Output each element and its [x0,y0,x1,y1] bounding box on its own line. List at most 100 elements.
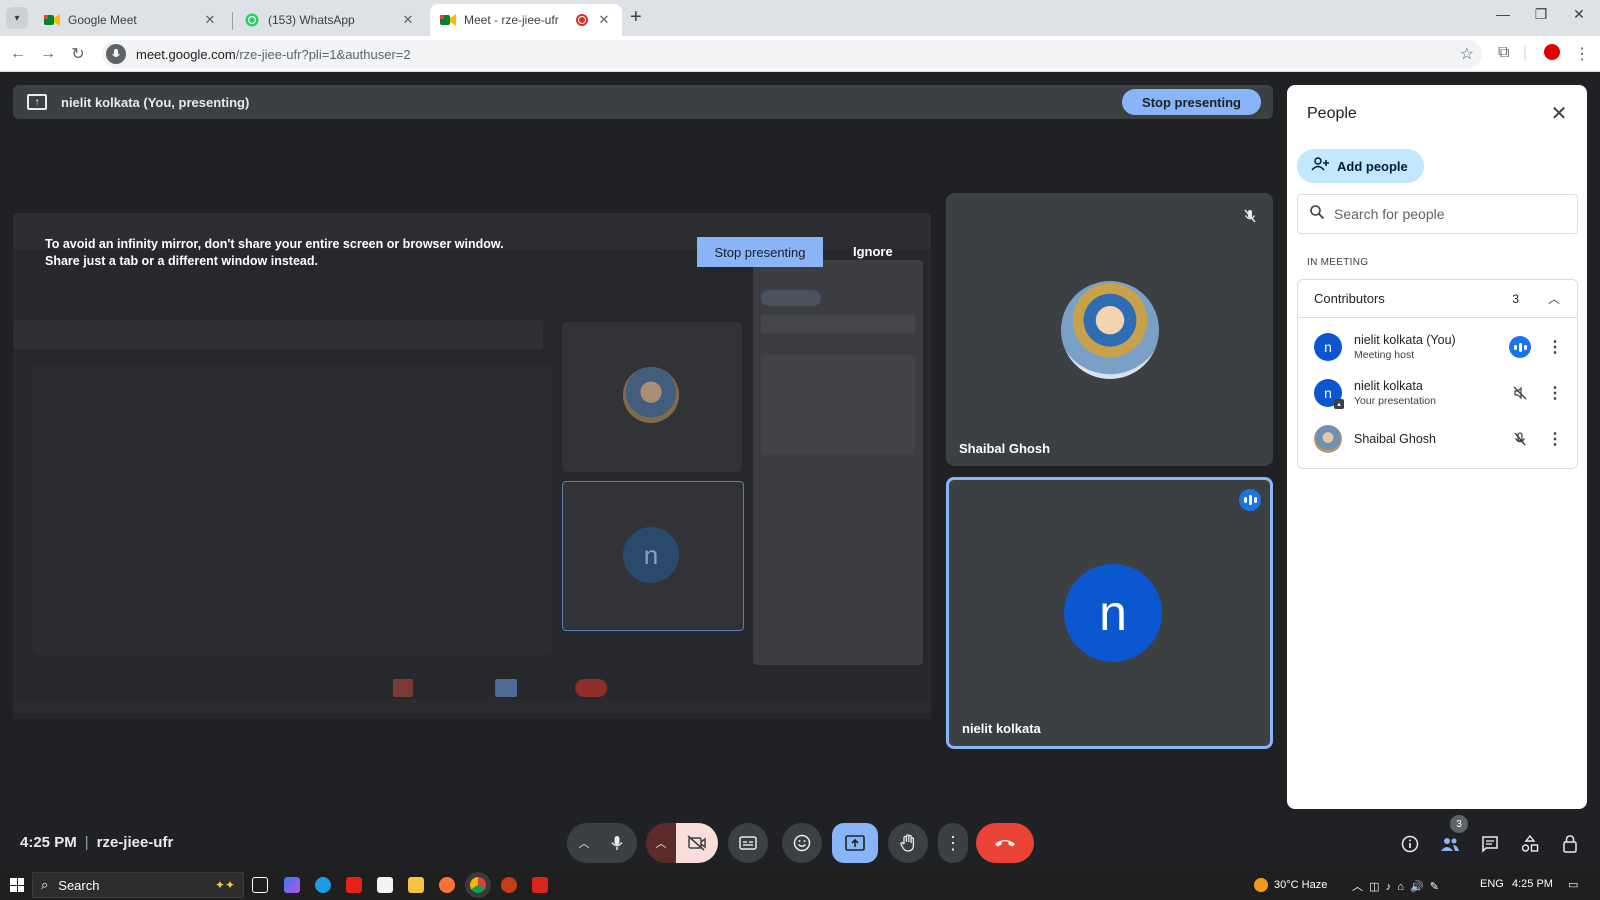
chat-icon[interactable] [1476,830,1504,858]
forward-icon[interactable]: → [36,42,60,66]
windows-start-icon[interactable] [10,878,24,892]
emoji-reaction-icon[interactable] [782,823,822,863]
list-item[interactable]: Shaibal Ghosh ⋮ [1298,416,1577,462]
people-count-badge: 3 [1450,815,1468,833]
contributors-label: Contributors [1314,291,1385,306]
mic-off-icon [1239,205,1261,227]
tab-whatsapp[interactable]: (153) WhatsApp ✕ [234,4,426,36]
microphone-icon[interactable] [599,835,635,851]
mirror-row [761,355,915,455]
sparkle-icon: ✦✦ [214,878,235,892]
microphone-site-icon[interactable] [106,44,126,64]
tab-search-button[interactable]: ▾ [6,7,28,29]
avatar-initial: n [1324,385,1332,401]
participant-tile-shaibal[interactable]: Shaibal Ghosh [946,193,1273,466]
tab-google-meet[interactable]: Google Meet ✕ [34,4,228,36]
chrome-menu-icon[interactable]: ⋮ [1574,44,1590,64]
mirror-callbar [13,675,931,699]
participant-name: nielit kolkata [962,721,1041,736]
leave-call-button[interactable] [976,823,1034,863]
meeting-details-icon[interactable] [1396,830,1424,858]
participant-tile-nielit[interactable]: n nielit kolkata [946,477,1273,749]
url-host: meet.google.com [136,46,236,62]
new-tab-icon[interactable]: + [630,6,642,29]
bookmark-star-icon[interactable]: ☆ [1460,44,1474,64]
chrome-icon[interactable] [470,877,486,893]
presenting-status: nielit kolkata (You, presenting) [61,94,250,110]
chevron-up-icon[interactable]: ︿ [1543,290,1565,307]
tab-meet-active[interactable]: Meet - rze-jiee-ufr ✕ [430,4,622,36]
firefox-icon[interactable] [439,877,455,893]
warning-stop-presenting-button[interactable]: Stop presenting [697,237,823,267]
reload-icon[interactable]: ↻ [66,42,90,66]
mirror-row [495,679,517,697]
people-panel: People ✕ Add people IN MEETING Contribut… [1287,85,1587,809]
file-explorer-icon[interactable] [408,877,424,893]
close-tab-icon[interactable]: ✕ [596,12,612,28]
chevron-up-icon[interactable]: ︿ [569,835,599,851]
video-settings-chevron[interactable]: ︿ [646,823,676,863]
system-tray-icons[interactable]: ︿ ◫ ♪ ⌂ 🔊 ✎ [1352,878,1439,894]
restore-icon[interactable]: ❐ [1526,6,1556,23]
profile-avatar[interactable] [1544,44,1560,60]
back-icon[interactable]: ← [6,42,30,66]
search-icon [1310,204,1325,224]
taskbar-clock[interactable]: 4:25 PM [1512,878,1553,890]
notifications-icon[interactable]: ▭ [1568,878,1578,891]
avatar: n ▴ [1314,379,1344,409]
close-icon[interactable]: ✕ [1545,99,1573,127]
more-options-icon[interactable]: ⋮ [1547,429,1563,449]
more-options-icon[interactable]: ⋮ [938,823,968,863]
person-role: Meeting host [1354,349,1415,361]
speaking-indicator-icon [1509,336,1531,358]
raise-hand-icon[interactable] [888,823,928,863]
camera-off-icon[interactable] [676,823,718,863]
weather-widget[interactable]: 30°C Haze [1254,878,1327,892]
language-indicator[interactable]: ENG [1480,878,1504,890]
people-icon[interactable] [1436,830,1464,858]
activities-icon[interactable] [1516,830,1544,858]
youtube-icon[interactable] [346,877,362,893]
contributors-count: 3 [1512,291,1519,306]
person-info: nielit kolkata (You) Meeting host [1354,333,1509,361]
more-options-icon[interactable]: ⋮ [1547,337,1563,357]
participant-avatar: n [1064,564,1162,662]
warning-ignore-button[interactable]: Ignore [853,244,893,259]
browser-tab-strip: ▾ Google Meet ✕ (153) WhatsApp ✕ Meet - … [0,0,1600,36]
shared-screen-preview: n To avoid an infinity mirror, don't sha… [13,205,931,730]
present-screen-icon: ↑ [27,94,47,110]
url-path: /rze-jiee-ufr?pli=1&authuser=2 [235,46,411,62]
host-controls-icon[interactable] [1556,830,1584,858]
close-tab-icon[interactable]: ✕ [400,12,416,28]
list-item[interactable]: n nielit kolkata (You) Meeting host ⋮ [1298,324,1577,370]
participant-name: Shaibal Ghosh [959,441,1051,456]
infinity-mirror-warning: To avoid an infinity mirror, don't share… [45,237,504,268]
close-window-icon[interactable]: ✕ [1564,6,1594,23]
task-view-icon[interactable] [252,877,268,893]
close-tab-icon[interactable]: ✕ [202,12,218,28]
captions-icon[interactable] [728,823,768,863]
google-meet-icon [44,12,60,28]
copilot-icon[interactable] [284,877,300,893]
extensions-icon[interactable]: ⧉ [1498,44,1509,62]
contributors-header[interactable]: Contributors 3 ︿ [1298,280,1577,318]
mic-off-icon[interactable] [1509,428,1531,450]
address-bar[interactable]: meet.google.com/rze-jiee-ufr?pli=1&authu… [102,40,1482,68]
minimize-icon[interactable]: — [1488,6,1518,22]
tab-title: Google Meet [68,13,137,27]
mirror-row [761,315,915,333]
powerpoint-icon[interactable] [501,877,517,893]
search-input[interactable] [1334,206,1554,222]
speaking-indicator-icon [1239,489,1261,511]
more-options-icon[interactable]: ⋮ [1547,383,1563,403]
taskbar-search-box[interactable]: ⌕ Search ✦✦ [32,872,244,898]
acrobat-icon[interactable] [532,877,548,893]
present-screen-icon[interactable] [832,823,878,863]
store-icon[interactable] [377,877,393,893]
url-text: meet.google.com/rze-jiee-ufr?pli=1&authu… [136,47,411,62]
list-item[interactable]: n ▴ nielit kolkata Your presentation ⋮ [1298,370,1577,416]
edge-icon[interactable] [315,877,331,893]
search-people-field[interactable] [1297,194,1578,234]
add-people-button[interactable]: Add people [1297,149,1424,183]
stop-presenting-button[interactable]: Stop presenting [1122,89,1261,115]
